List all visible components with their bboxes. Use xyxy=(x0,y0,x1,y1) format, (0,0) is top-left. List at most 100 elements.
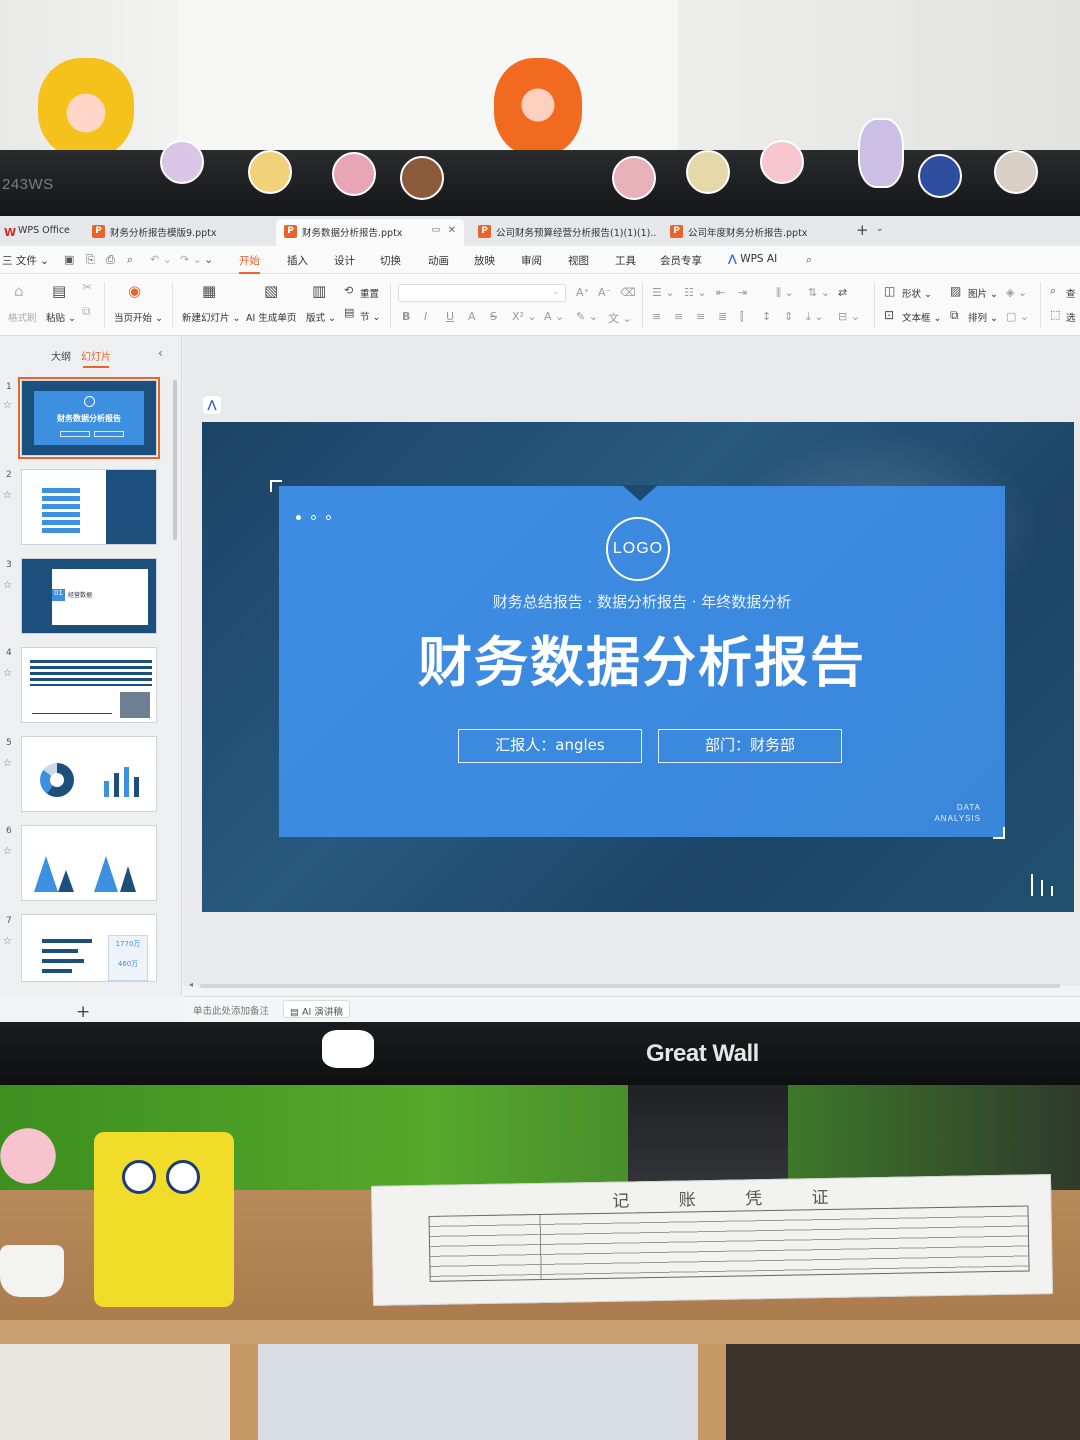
line-spacing-icon[interactable]: ↕ xyxy=(762,310,771,323)
collapse-panel-icon[interactable]: ‹ xyxy=(158,346,163,360)
format-painter-icon[interactable]: ⌂ xyxy=(14,282,24,300)
outline-icon[interactable]: ▢ ⌄ xyxy=(1006,310,1029,323)
menu-home[interactable]: 开始 xyxy=(239,253,260,274)
highlight-icon[interactable]: ✎ ⌄ xyxy=(576,310,598,323)
slide-1[interactable]: LOGO 财务总结报告 · 数据分析报告 · 年终数据分析 财务数据分析报告 汇… xyxy=(202,422,1074,912)
char-spacing-icon[interactable]: 文 ⌄ xyxy=(608,310,632,326)
redo-icon[interactable]: ↷ ⌄ xyxy=(180,253,202,266)
tab-document[interactable]: P 财务分析报告模版9.pptx xyxy=(84,219,270,246)
justify-icon[interactable]: ≣ xyxy=(718,310,727,323)
wps-ai-menu[interactable]: ⋀ WPS AI xyxy=(728,253,777,265)
font-color-icon[interactable]: A ⌄ xyxy=(544,310,564,323)
strikethrough-icon[interactable]: S xyxy=(490,310,497,323)
monitor-icon[interactable]: ▭ xyxy=(431,225,440,235)
star-icon[interactable]: ☆ xyxy=(3,758,12,769)
slide-thumbnail[interactable]: 1770万 460万 xyxy=(21,914,157,982)
slide-thumbnail[interactable] xyxy=(21,647,157,723)
star-icon[interactable]: ☆ xyxy=(3,846,12,857)
tab-wps-home[interactable]: W WPS Office xyxy=(0,219,80,246)
reset-icon[interactable]: ⟲ xyxy=(344,284,353,297)
slide-title[interactable]: 财务数据分析报告 xyxy=(279,618,1005,697)
select-icon[interactable]: ⬚ xyxy=(1050,308,1060,321)
picture-icon[interactable]: ▨ xyxy=(950,284,961,298)
indent-icon[interactable]: ⇥ xyxy=(738,286,747,299)
slide-thumbnail[interactable] xyxy=(21,736,157,812)
menu-review[interactable]: 审阅 xyxy=(521,253,542,268)
find-button[interactable]: 查 xyxy=(1066,286,1076,300)
panel-scrollbar[interactable] xyxy=(173,380,177,540)
chevron-down-icon[interactable]: ⌄ xyxy=(876,224,884,234)
arrange-icon[interactable]: ⧉ xyxy=(950,308,959,323)
menu-view[interactable]: 视图 xyxy=(568,253,589,268)
font-family-select[interactable]: ⌄ xyxy=(398,284,566,302)
tab-document[interactable]: P 公司财务预算经营分析报告(1)(1)(1)... xyxy=(470,219,656,246)
tab-outline[interactable]: 大纲 xyxy=(51,348,71,363)
notes-placeholder[interactable]: 单击此处添加备注 xyxy=(193,1003,269,1017)
reporter-box[interactable]: 汇报人：angles xyxy=(458,729,642,763)
textbox-button[interactable]: 文本框 ⌄ xyxy=(902,310,941,324)
close-tab-icon[interactable]: ✕ xyxy=(448,225,456,236)
wps-ai-badge-icon[interactable]: ⋀ xyxy=(203,396,221,414)
star-icon[interactable]: ☆ xyxy=(3,490,12,501)
star-icon[interactable]: ☆ xyxy=(3,936,12,947)
department-box[interactable]: 部门：财务部 xyxy=(658,729,842,763)
bullet-list-icon[interactable]: ☰ ⌄ xyxy=(652,286,675,299)
bold-icon[interactable]: B xyxy=(402,310,410,323)
sort-icon[interactable]: ⇅ ⌄ xyxy=(808,286,830,299)
menu-slideshow[interactable]: 放映 xyxy=(474,253,495,268)
ai-generate-page-button[interactable]: AI 生成单页 xyxy=(246,310,296,324)
italic-icon[interactable]: I xyxy=(424,310,427,323)
slide-subtitle[interactable]: 财务总结报告 · 数据分析报告 · 年终数据分析 xyxy=(279,591,1005,612)
slide-thumbnail[interactable] xyxy=(21,825,157,901)
file-menu[interactable]: 三 文件 ⌄ xyxy=(2,253,49,268)
distribute-icon[interactable]: ⫿ xyxy=(740,310,744,324)
star-icon[interactable]: ☆ xyxy=(3,400,12,411)
picture-button[interactable]: 图片 ⌄ xyxy=(968,286,998,300)
star-icon[interactable]: ☆ xyxy=(3,668,12,679)
align-center-icon[interactable]: ≡ xyxy=(674,310,683,323)
print-preview-icon[interactable]: ⌕ xyxy=(127,253,133,267)
new-slide-icon[interactable]: ▦ xyxy=(202,282,216,300)
play-from-current-icon[interactable]: ◉ xyxy=(128,282,141,300)
outdent-icon[interactable]: ⇤ xyxy=(716,286,725,299)
menu-transition[interactable]: 切换 xyxy=(380,253,401,268)
horizontal-scrollbar[interactable] xyxy=(200,984,1060,988)
text-align-vertical-icon[interactable]: ⊟ ⌄ xyxy=(838,310,860,323)
menu-tools[interactable]: 工具 xyxy=(615,253,636,268)
shape-icon[interactable]: ◫ xyxy=(884,284,895,298)
ai-speech-button[interactable]: ▤ AI 演讲稿 xyxy=(283,1000,350,1018)
format-painter-label[interactable]: 格式刷 xyxy=(8,310,37,324)
select-button[interactable]: 选 xyxy=(1066,310,1076,324)
tab-document[interactable]: P 公司年度财务分析报告.pptx xyxy=(662,219,850,246)
textbox-icon[interactable]: ⊡ xyxy=(884,308,894,322)
play-from-current-button[interactable]: 当页开始 ⌄ xyxy=(114,310,163,324)
cut-icon[interactable]: ✂ xyxy=(82,280,92,294)
reset-button[interactable]: 重置 xyxy=(360,286,379,300)
tab-document-active[interactable]: P 财务数据分析报告.pptx ▭ ✕ xyxy=(276,219,464,246)
tab-slides[interactable]: 幻灯片 xyxy=(81,348,111,368)
section-icon[interactable]: ▤ xyxy=(344,306,354,319)
logo-placeholder[interactable]: LOGO xyxy=(606,517,670,581)
slide-thumbnail[interactable]: 01 经营数据 xyxy=(21,558,157,634)
slide-thumbnail[interactable] xyxy=(21,469,157,545)
layout-icon[interactable]: ▥ xyxy=(312,282,326,300)
menu-animation[interactable]: 动画 xyxy=(428,253,449,268)
more-chevron-icon[interactable]: ⌄ xyxy=(204,253,213,266)
convert-icon[interactable]: ⇄ xyxy=(838,286,847,299)
export-icon[interactable]: ⎘ xyxy=(86,253,95,267)
search-icon[interactable]: ⌕ xyxy=(806,253,812,267)
menu-member[interactable]: 会员专享 xyxy=(660,253,702,268)
columns-icon[interactable]: ⫼ ⌄ xyxy=(776,286,794,300)
star-icon[interactable]: ☆ xyxy=(3,580,12,591)
new-tab-plus-icon[interactable]: + xyxy=(856,221,869,239)
find-icon[interactable]: ⌕ xyxy=(1050,284,1056,298)
arrange-button[interactable]: 排列 ⌄ xyxy=(968,310,998,324)
new-slide-button[interactable]: 新建幻灯片 ⌄ xyxy=(182,310,240,324)
menu-design[interactable]: 设计 xyxy=(334,253,355,268)
section-button[interactable]: 节 ⌄ xyxy=(360,309,380,323)
font-grow-icon[interactable]: A⁺ xyxy=(576,286,589,299)
layout-button[interactable]: 版式 ⌄ xyxy=(306,310,336,324)
save-icon[interactable]: ▣ xyxy=(64,253,74,266)
undo-icon[interactable]: ↶ ⌄ xyxy=(150,253,172,266)
shape-button[interactable]: 形状 ⌄ xyxy=(902,286,932,300)
